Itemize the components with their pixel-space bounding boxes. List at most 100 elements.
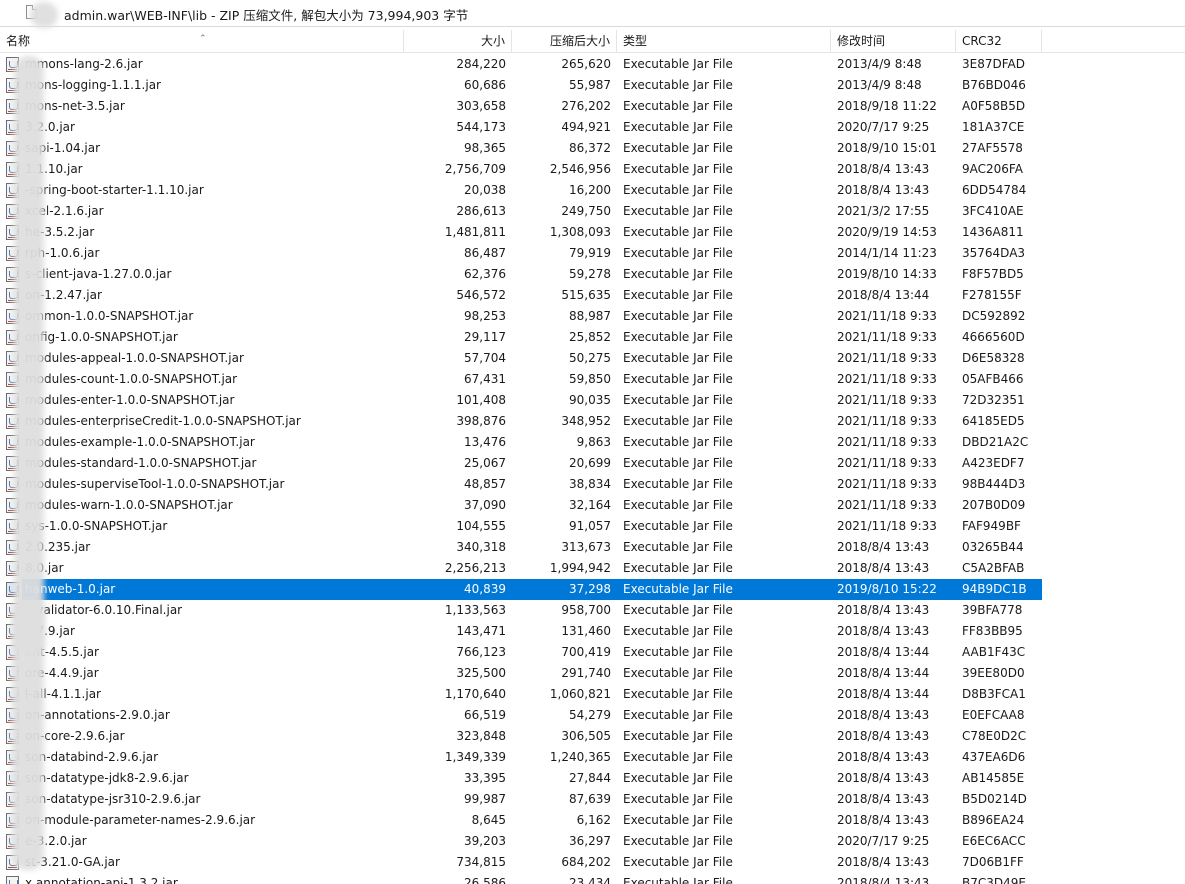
file-row[interactable]: 8.0.jar 2,256,213 1,994,942 Executable Jar … (0, 558, 1185, 579)
file-size: 143,471 (456, 624, 506, 638)
jar-file-icon (6, 57, 19, 72)
file-row[interactable]: 2.7.9.jar 143,471 131,460 Executable Jar Fi… (0, 621, 1185, 642)
file-crc: D6E58328 (962, 351, 1025, 365)
file-row[interactable]: ent-4.5.5.jar 766,123 700,419 Executable Ja… (0, 642, 1185, 663)
file-row[interactable]: xcel-2.1.6.jar 286,613 249,750 Executable J… (0, 201, 1185, 222)
file-type: Executable Jar File (623, 834, 733, 848)
archive-window: admin.war\WEB-INF\lib - ZIP 压缩文件, 解包大小为 … (0, 0, 1185, 884)
jar-file-icon (6, 792, 19, 807)
file-crc: FAF949BF (962, 519, 1021, 533)
jar-file-icon (6, 393, 19, 408)
file-size: 62,376 (464, 267, 506, 281)
file-type: Executable Jar File (623, 288, 733, 302)
jar-file-icon (6, 267, 19, 282)
file-row[interactable]: ore-4.4.9.jar 325,500 291,740 Executable Ja… (0, 663, 1185, 684)
file-modified: 2014/1/14 11:23 (837, 246, 937, 260)
column-header-crc[interactable]: CRC32 (956, 30, 1042, 52)
file-type: Executable Jar File (623, 750, 733, 764)
file-type: Executable Jar File (623, 498, 733, 512)
file-row[interactable]: on-annotations-2.9.0.jar 66,519 54,279 Exec… (0, 705, 1185, 726)
file-size: 398,876 (456, 414, 506, 428)
column-header-modified[interactable]: 修改时间 (831, 30, 956, 52)
file-row[interactable]: modules-enter-1.0.0-SNAPSHOT.jar 101,408 9… (0, 390, 1185, 411)
column-header-name[interactable]: 名称 ⌃ (0, 30, 404, 52)
file-row[interactable]: e-validator-6.0.10.Final.jar 1,133,563 958… (0, 600, 1185, 621)
file-crc: DBD21A2C (962, 435, 1029, 449)
file-row[interactable]: modules-count-1.0.0-SNAPSHOT.jar 67,431 59… (0, 369, 1185, 390)
file-name: 3.2.0.jar (25, 120, 75, 134)
file-packed-size: 684,202 (561, 855, 611, 869)
file-row[interactable]: l-all-4.1.1.jar 1,170,640 1,060,821 Executa… (0, 684, 1185, 705)
file-size: 2,756,709 (444, 162, 506, 176)
file-row[interactable]: hanweb-1.0.jar 40,839 37,298 Executable Jar… (0, 579, 1185, 600)
column-header-type[interactable]: 类型 (617, 30, 831, 52)
file-size: 86,487 (464, 246, 506, 260)
jar-file-icon (6, 519, 19, 534)
file-packed-size: 38,834 (569, 477, 611, 491)
file-type: Executable Jar File (623, 330, 733, 344)
file-row[interactable]: onfig-1.0.0-SNAPSHOT.jar 29,117 25,852 Exec… (0, 327, 1185, 348)
file-row[interactable]: modules-example-1.0.0-SNAPSHOT.jar 13,476… (0, 432, 1185, 453)
file-modified: 2018/8/4 13:43 (837, 729, 930, 743)
file-size: 340,318 (456, 540, 506, 554)
file-row[interactable]: e-3.2.0.jar 39,203 36,297 Executable Jar Fi… (0, 831, 1185, 852)
file-size: 2,256,213 (444, 561, 506, 575)
file-row[interactable]: modules-superviseTool-1.0.0-SNAPSHOT.jar… (0, 474, 1185, 495)
file-packed-size: 23,434 (569, 876, 611, 884)
file-name: modules-superviseTool-1.0.0-SNAPSHOT.jar (25, 477, 285, 491)
file-row[interactable]: mons-logging-1.1.1.jar 60,686 55,987 Execut… (0, 75, 1185, 96)
file-size: 104,555 (456, 519, 506, 533)
file-type: Executable Jar File (623, 141, 733, 155)
file-packed-size: 87,639 (569, 792, 611, 806)
file-row[interactable]: modules-warn-1.0.0-SNAPSHOT.jar 37,090 32,… (0, 495, 1185, 516)
file-row[interactable]: 2.0.235.jar 340,318 313,673 Executable Jar … (0, 537, 1185, 558)
column-header-size[interactable]: 大小 (404, 30, 512, 52)
file-name: on-annotations-2.9.0.jar (25, 708, 170, 722)
file-row[interactable]: ommon-1.0.0-SNAPSHOT.jar 98,253 88,987 Exec… (0, 306, 1185, 327)
file-modified: 2018/8/4 13:43 (837, 771, 930, 785)
file-row[interactable]: sapi-1.04.jar 98,365 86,372 Executable Jar … (0, 138, 1185, 159)
file-size: 13,476 (464, 435, 506, 449)
file-name: son-datatype-jdk8-2.9.6.jar (25, 771, 189, 785)
file-row[interactable]: 3.2.0.jar 544,173 494,921 Executable Jar Fi… (0, 117, 1185, 138)
file-row[interactable]: st-3.21.0-GA.jar 734,815 684,202 Executable… (0, 852, 1185, 873)
file-type: Executable Jar File (623, 204, 733, 218)
file-size: 101,408 (456, 393, 506, 407)
file-packed-size: 249,750 (561, 204, 611, 218)
archive-path: admin.war\WEB-INF\lib - ZIP 压缩文件, 解包大小为 … (64, 8, 469, 23)
file-row[interactable]: modules-standard-1.0.0-SNAPSHOT.jar 25,06… (0, 453, 1185, 474)
file-row[interactable]: on-core-2.9.6.jar 323,848 306,505 Executabl… (0, 726, 1185, 747)
file-row[interactable]: he-3.5.2.jar 1,481,811 1,308,093 Executable… (0, 222, 1185, 243)
file-row[interactable]: son-databind-2.9.6.jar 1,349,339 1,240,365… (0, 747, 1185, 768)
file-row[interactable]: son-datatype-jdk8-2.9.6.jar 33,395 27,844 E… (0, 768, 1185, 789)
file-row[interactable]: rph-1.0.6.jar 86,487 79,919 Executable Jar … (0, 243, 1185, 264)
column-header-packed-size[interactable]: 压缩后大小 (512, 30, 617, 52)
file-packed-size: 25,852 (569, 330, 611, 344)
address-bar[interactable]: admin.war\WEB-INF\lib - ZIP 压缩文件, 解包大小为 … (0, 0, 1185, 27)
file-row[interactable]: on-1.2.47.jar 546,572 515,635 Executable Ja… (0, 285, 1185, 306)
file-packed-size: 2,546,956 (549, 162, 611, 176)
jar-file-icon (6, 456, 19, 471)
file-row[interactable]: mmons-lang-2.6.jar 284,220 265,620 Executab… (0, 54, 1185, 75)
file-name: on-module-parameter-names-2.9.6.jar (25, 813, 256, 827)
file-row[interactable]: s-client-java-1.27.0.0.jar 62,376 59,278 Ex… (0, 264, 1185, 285)
file-row[interactable]: on-module-parameter-names-2.9.6.jar 8,645… (0, 810, 1185, 831)
file-name: ore-4.4.9.jar (25, 666, 99, 680)
file-packed-size: 9,863 (576, 435, 611, 449)
file-row[interactable]: -spring-boot-starter-1.1.10.jar 20,038 16,… (0, 180, 1185, 201)
file-row[interactable]: sys-1.0.0-SNAPSHOT.jar 104,555 91,057 Execu… (0, 516, 1185, 537)
file-crc: 4666560D (962, 330, 1025, 344)
file-modified: 2018/8/4 13:43 (837, 624, 930, 638)
file-row[interactable]: mons-net-3.5.jar 303,658 276,202 Executable… (0, 96, 1185, 117)
file-crc: 27AF5578 (962, 141, 1023, 155)
file-crc: B896EA24 (962, 813, 1025, 827)
file-row[interactable]: modules-enterpriseCredit-1.0.0-SNAPSHOT.… (0, 411, 1185, 432)
file-row[interactable]: x.annotation-api-1.3.2.jar 26,586 23,434 Ex… (0, 873, 1185, 884)
file-row[interactable]: modules-appeal-1.0.0-SNAPSHOT.jar 57,704 5… (0, 348, 1185, 369)
jar-file-icon (6, 477, 19, 492)
file-row[interactable]: 1.1.10.jar 2,756,709 2,546,956 Executable J… (0, 159, 1185, 180)
file-size: 1,170,640 (444, 687, 506, 701)
file-row[interactable]: son-datatype-jsr310-2.9.6.jar 99,987 87,63… (0, 789, 1185, 810)
file-type: Executable Jar File (623, 771, 733, 785)
file-name: 1.1.10.jar (25, 162, 83, 176)
